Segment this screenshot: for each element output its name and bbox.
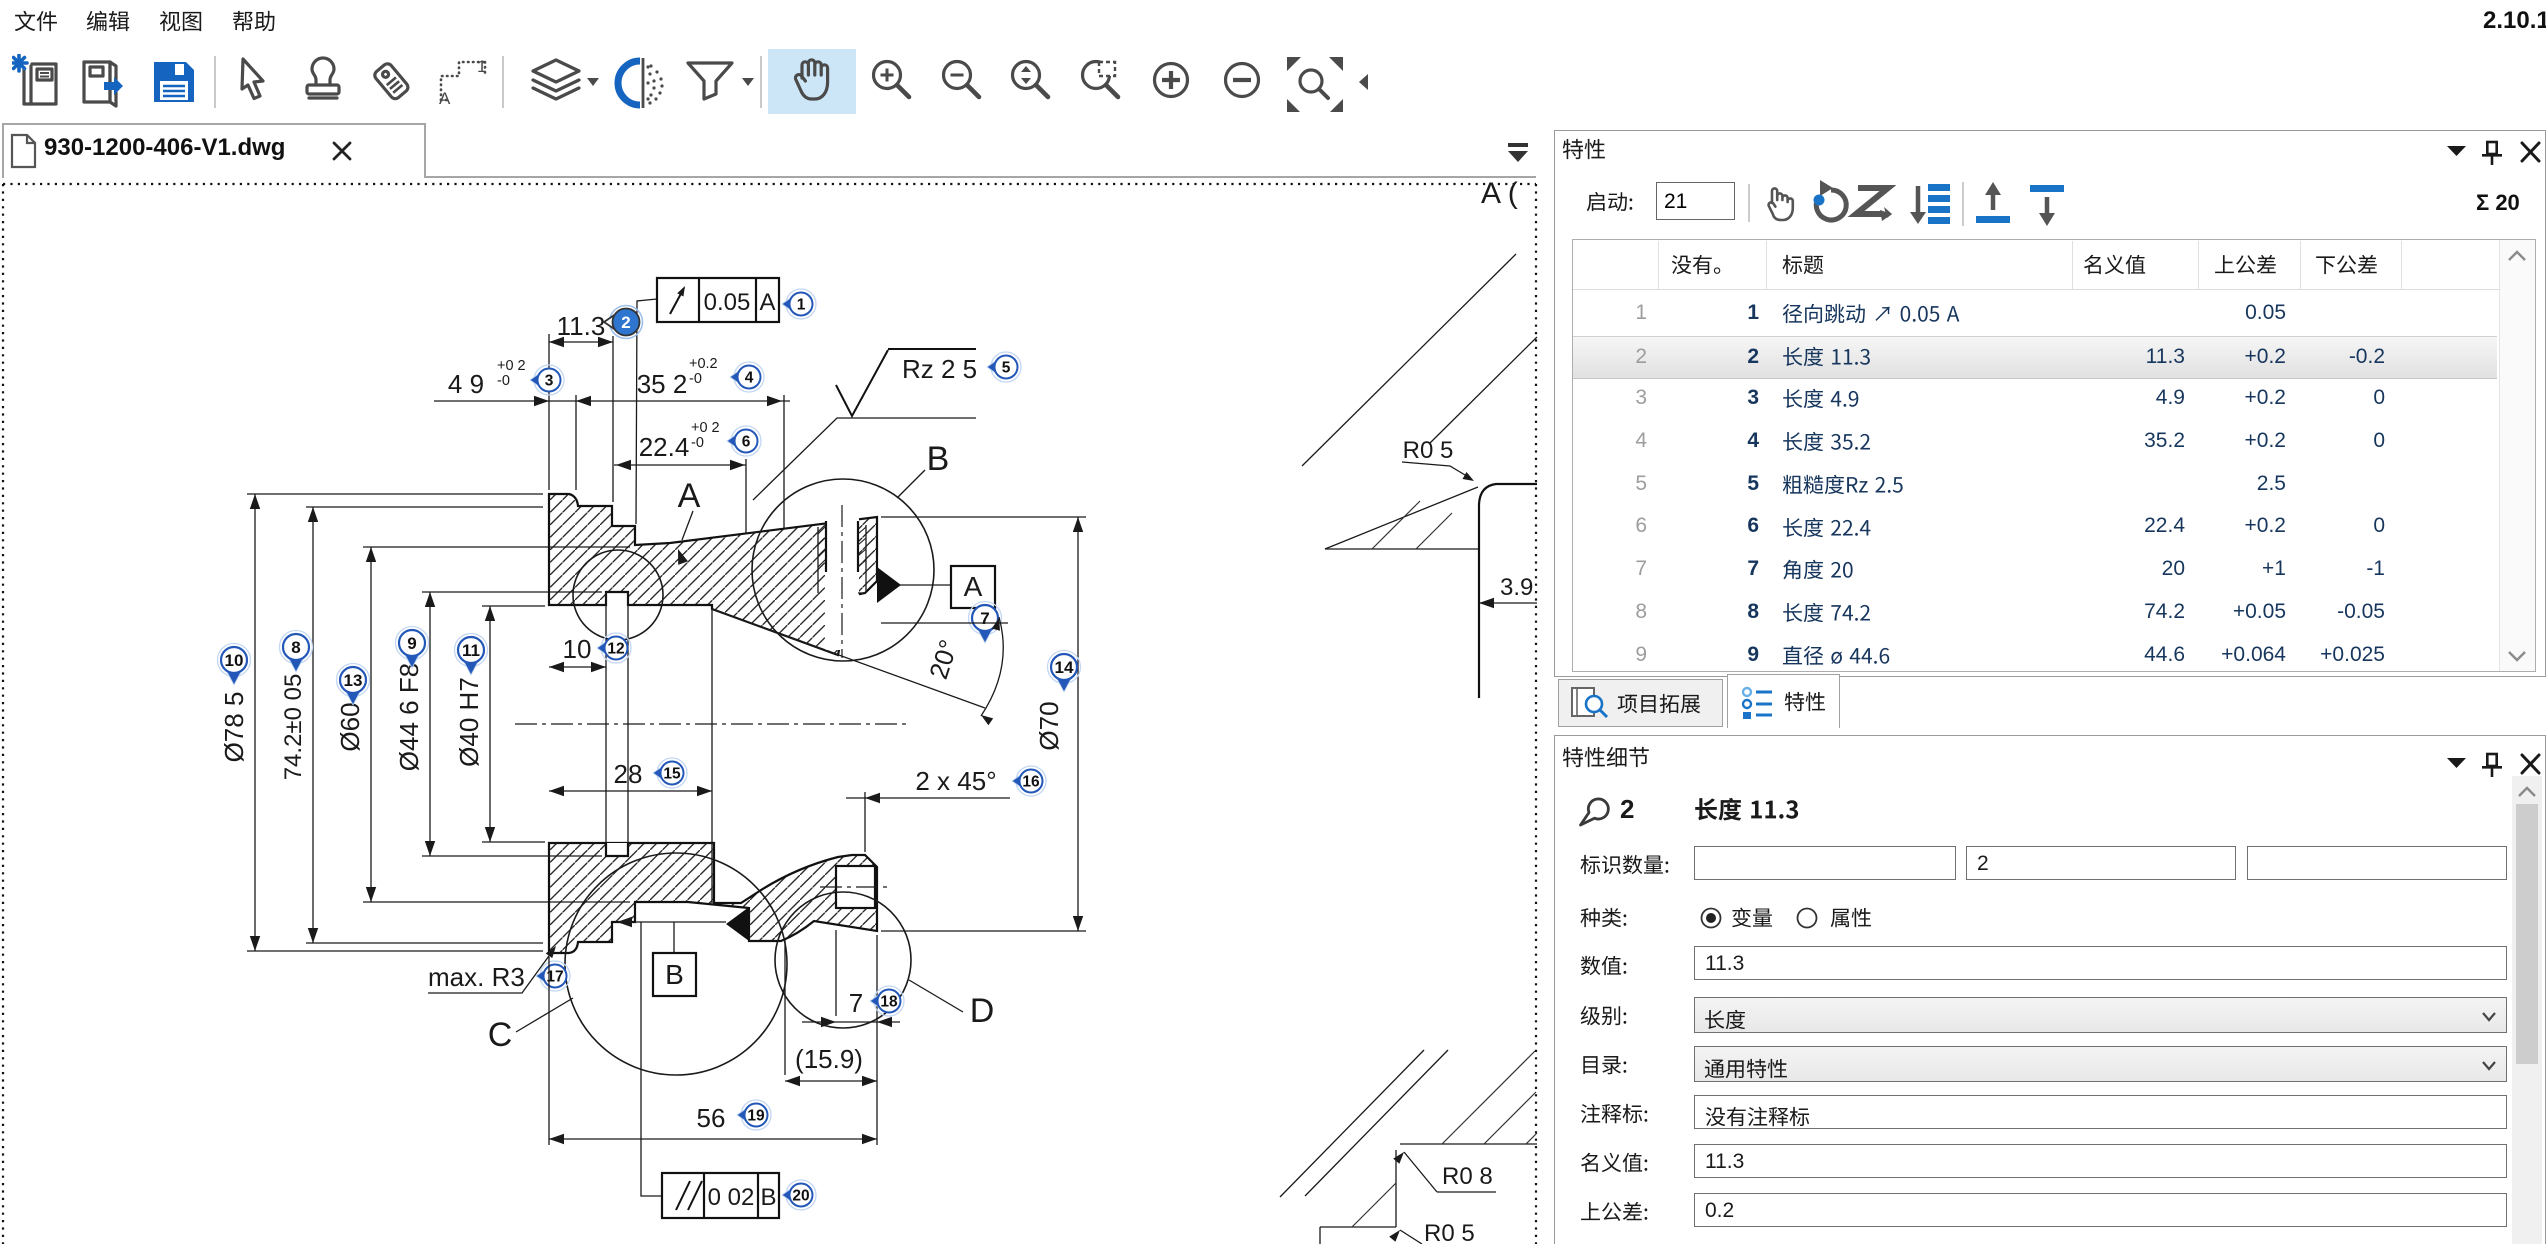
svg-text:74.2±0 05: 74.2±0 05 (280, 674, 307, 781)
svg-text:16: 16 (1022, 774, 1040, 791)
svg-text:9: 9 (407, 634, 416, 653)
svg-text:56: 56 (697, 1103, 726, 1133)
svg-text:4 9: 4 9 (448, 369, 484, 399)
svg-text:8: 8 (291, 638, 300, 657)
svg-text:10: 10 (563, 634, 592, 664)
svg-text:D: D (970, 992, 995, 1030)
svg-text:+0.2: +0.2 (689, 356, 718, 372)
svg-text:B: B (760, 1184, 776, 1211)
svg-text:A: A (964, 571, 983, 602)
svg-text:Rz 2 5: Rz 2 5 (902, 354, 977, 384)
svg-text:-0: -0 (691, 435, 704, 451)
svg-text:(15.9): (15.9) (795, 1044, 863, 1074)
svg-text:14: 14 (1055, 658, 1074, 677)
svg-text:18: 18 (880, 994, 898, 1011)
svg-text:7: 7 (980, 609, 989, 628)
svg-text:35 2: 35 2 (637, 369, 688, 399)
svg-text:10: 10 (225, 651, 244, 670)
svg-text:R0 8: R0 8 (1442, 1163, 1493, 1190)
svg-text:2 x 45°: 2 x 45° (915, 766, 996, 796)
svg-text:B: B (927, 440, 950, 478)
svg-text:Ø70: Ø70 (1034, 701, 1064, 750)
svg-text:C: C (488, 1016, 513, 1054)
svg-text:B: B (665, 959, 684, 990)
svg-text:11.3: 11.3 (557, 311, 606, 341)
svg-text:11: 11 (462, 641, 480, 660)
svg-text:3.9: 3.9 (1500, 574, 1533, 601)
svg-text:1: 1 (797, 297, 806, 314)
svg-text:20: 20 (792, 1188, 809, 1205)
svg-text:Ø78 5: Ø78 5 (219, 692, 249, 763)
svg-text:15: 15 (663, 766, 681, 783)
svg-text:2: 2 (621, 313, 630, 332)
svg-text:7: 7 (849, 988, 863, 1018)
svg-text:R0 5: R0 5 (1424, 1220, 1475, 1244)
svg-text:19: 19 (747, 1108, 765, 1125)
svg-text:4: 4 (745, 370, 754, 387)
svg-text:Ø40 H7: Ø40 H7 (454, 677, 484, 767)
svg-text:28: 28 (614, 759, 643, 789)
svg-text:5: 5 (1002, 360, 1011, 377)
svg-text:12: 12 (607, 641, 624, 658)
svg-text:R0 5: R0 5 (1403, 437, 1454, 464)
svg-text:A: A (678, 477, 701, 515)
svg-text:-0: -0 (497, 373, 510, 389)
svg-text:A: A (759, 289, 775, 316)
svg-text:13: 13 (344, 671, 363, 690)
svg-text:+0 2: +0 2 (691, 420, 720, 436)
svg-text:-0: -0 (689, 371, 702, 387)
svg-text:A (: A ( (1481, 177, 1518, 210)
svg-text:0 02: 0 02 (708, 1184, 755, 1211)
svg-text:20°: 20° (923, 636, 964, 683)
svg-text:0.05: 0.05 (704, 289, 751, 316)
svg-text:+0 2: +0 2 (497, 358, 526, 374)
svg-text:22.4: 22.4 (639, 432, 690, 462)
svg-text:Ø60: Ø60 (335, 702, 365, 751)
svg-text:6: 6 (742, 434, 751, 451)
svg-text:max. R3: max. R3 (428, 962, 525, 992)
svg-text:Ø44 6 F8: Ø44 6 F8 (394, 663, 424, 771)
svg-text:3: 3 (545, 373, 554, 390)
